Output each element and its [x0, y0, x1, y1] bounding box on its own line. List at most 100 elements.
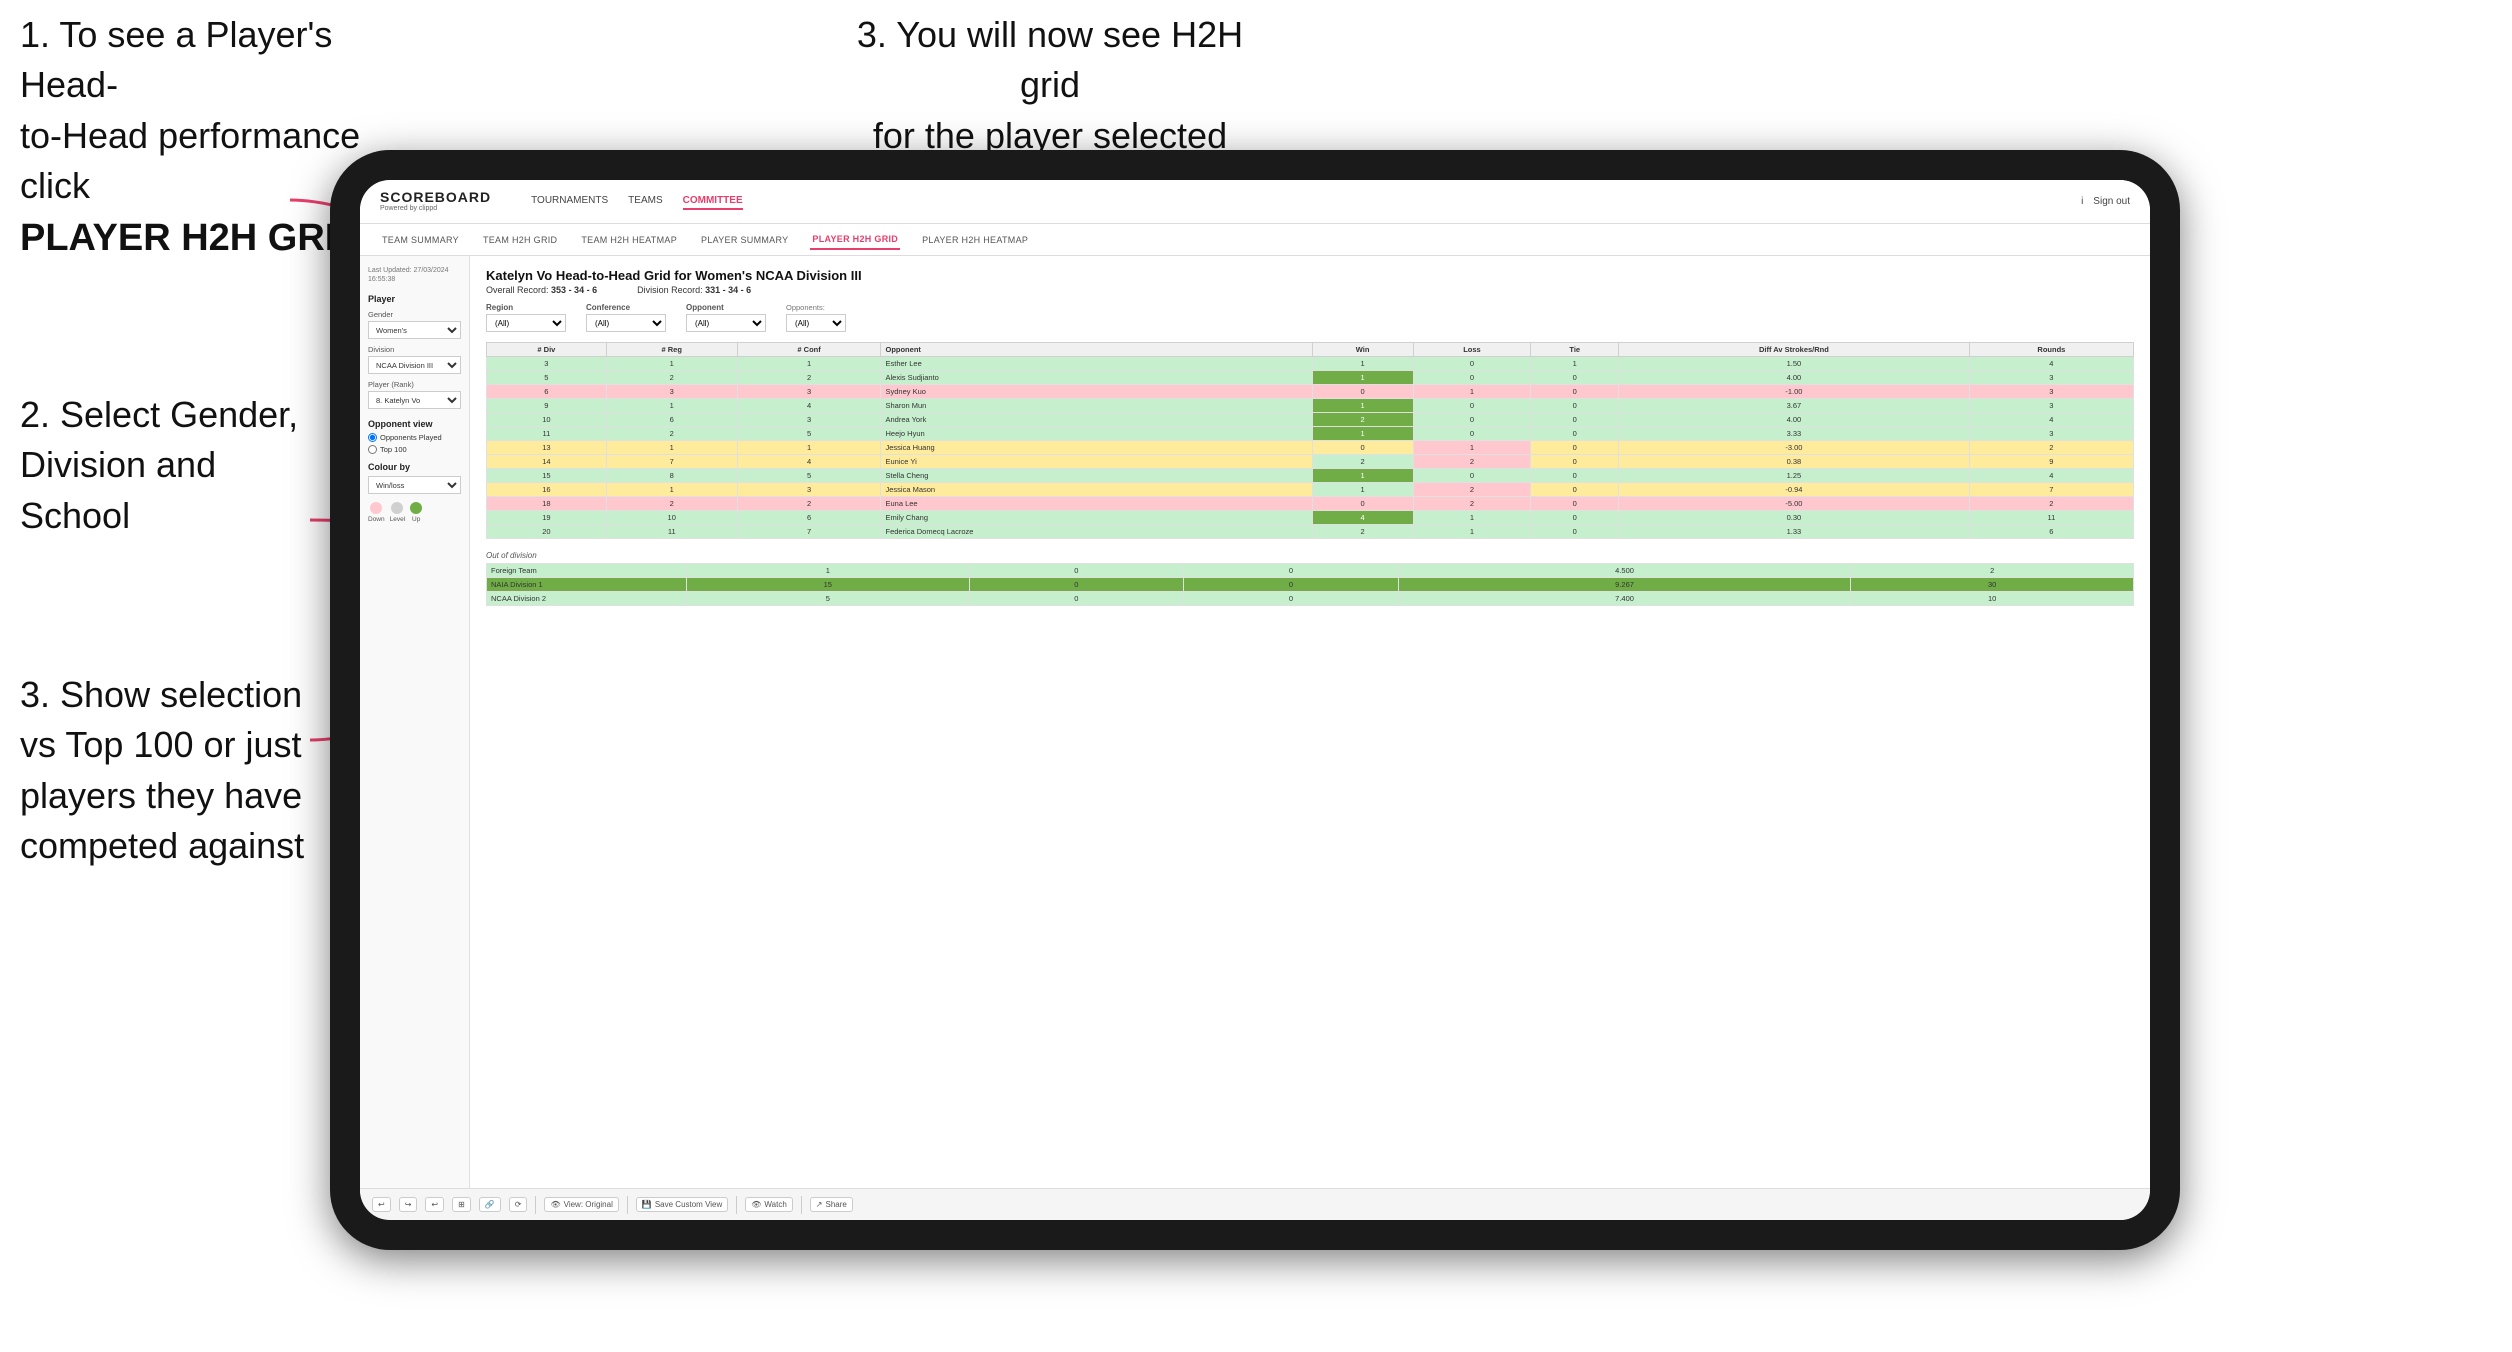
col-reg: # Reg — [606, 343, 737, 357]
ood-row: Foreign Team 100 4.5002 — [487, 564, 2134, 578]
legend-down: Down — [368, 502, 385, 523]
table-row: 522 Alexis Sudjianto 100 4.003 — [487, 371, 2134, 385]
table-row: 19106 Emily Chang 410 0.3011 — [487, 511, 2134, 525]
share-btn[interactable]: ↗ Share — [810, 1197, 853, 1212]
table-row: 633 Sydney Kuo 010 -1.003 — [487, 385, 2134, 399]
legend-dot-down — [370, 502, 382, 514]
legend-level: Level — [390, 502, 406, 523]
undo2-btn[interactable]: ↩ — [425, 1197, 444, 1212]
player-rank-label: Player (Rank) — [368, 380, 461, 389]
colour-by-select[interactable]: Win/loss — [368, 476, 461, 494]
sub-nav: TEAM SUMMARY TEAM H2H GRID TEAM H2H HEAT… — [360, 224, 2150, 256]
table-row: 1585 Stella Cheng 100 1.254 — [487, 469, 2134, 483]
sidebar: Last Updated: 27/03/2024 16:55:38 Player… — [360, 256, 470, 1188]
ood-row: NCAA Division 2 500 7.40010 — [487, 592, 2134, 606]
table-row: 1613 Jessica Mason 120 -0.947 — [487, 483, 2134, 497]
table-row: 20117 Federica Domecq Lacroze 210 1.336 — [487, 525, 2134, 539]
main-table-section: # Div # Reg # Conf Opponent Win Loss Tie… — [486, 342, 2134, 539]
table-row: 1063 Andrea York 200 4.004 — [487, 413, 2134, 427]
division-record: Division Record: 331 - 34 - 6 — [637, 285, 751, 295]
save-icon: 💾 — [642, 1200, 652, 1209]
instruction-1: 1. To see a Player's Head- to-Head perfo… — [20, 10, 380, 265]
toolbar-sep3 — [736, 1196, 737, 1214]
opponent-filter: Opponent (All) — [686, 303, 766, 332]
grid-btn[interactable]: ⊞ — [452, 1197, 471, 1212]
opponent-select[interactable]: (All) — [686, 314, 766, 332]
info-icon[interactable]: i — [2081, 196, 2083, 207]
opponent-label: Opponent — [686, 303, 766, 312]
colour-legend: Down Level Up — [368, 502, 461, 523]
toolbar-sep — [535, 1196, 536, 1214]
col-conf: # Conf — [737, 343, 881, 357]
main-nav: TOURNAMENTS TEAMS COMMITTEE — [531, 193, 743, 210]
table-row: 1311 Jessica Huang 010 -3.002 — [487, 441, 2134, 455]
watch-icon: 👁 — [751, 1200, 761, 1209]
legend-dot-up — [410, 502, 422, 514]
sign-out-link[interactable]: Sign out — [2093, 196, 2130, 207]
nav-teams[interactable]: TEAMS — [628, 193, 662, 210]
link-btn[interactable]: 🔗 — [479, 1197, 501, 1212]
radio-group: Opponents Played Top 100 — [368, 433, 461, 454]
table-row: 914 Sharon Mun 100 3.673 — [487, 399, 2134, 413]
region-select[interactable]: (All) — [486, 314, 566, 332]
player-rank-select[interactable]: 8. Katelyn Vo — [368, 391, 461, 409]
filters-row: Region (All) Conference (All) — [486, 303, 2134, 332]
share-label: Share — [826, 1200, 847, 1209]
watch-btn[interactable]: 👁 Watch — [745, 1197, 793, 1212]
view-icon: 👁 — [550, 1200, 560, 1209]
refresh-btn[interactable]: ⟳ — [509, 1197, 528, 1212]
subnav-team-summary[interactable]: TEAM SUMMARY — [380, 231, 461, 249]
toolbar-sep2 — [627, 1196, 628, 1214]
radio-top100[interactable]: Top 100 — [368, 445, 461, 454]
toolbar-sep4 — [801, 1196, 802, 1214]
opponents-select[interactable]: (All) — [786, 314, 846, 332]
subnav-player-h2h[interactable]: PLAYER H2H GRID — [810, 230, 900, 250]
out-of-division-table: Foreign Team 100 4.5002 NAIA Division 1 … — [486, 563, 2134, 606]
subnav-team-h2h[interactable]: TEAM H2H GRID — [481, 231, 559, 249]
col-div: # Div — [487, 343, 607, 357]
logo-sub: Powered by clippd — [380, 205, 491, 213]
legend-up-label: Up — [412, 516, 420, 523]
nav-committee[interactable]: COMMITTEE — [683, 193, 743, 210]
timestamp: Last Updated: 27/03/2024 16:55:38 — [368, 266, 461, 284]
gender-select[interactable]: Women's — [368, 321, 461, 339]
col-tie: Tie — [1531, 343, 1619, 357]
conference-select[interactable]: (All) — [586, 314, 666, 332]
share-icon: ↗ — [816, 1200, 823, 1209]
table-row: 1125 Heejo Hyun 100 3.333 — [487, 427, 2134, 441]
redo-btn[interactable]: ↪ — [399, 1197, 418, 1212]
view-original-btn[interactable]: 👁 View: Original — [544, 1197, 618, 1212]
table-row: 1474 Eunice Yi 220 0.389 — [487, 455, 2134, 469]
player-section-title: Player — [368, 294, 461, 304]
h2h-table: # Div # Reg # Conf Opponent Win Loss Tie… — [486, 342, 2134, 539]
subnav-team-heatmap[interactable]: TEAM H2H HEATMAP — [579, 231, 679, 249]
division-label: Division — [368, 345, 461, 354]
logo: SCOREBOARD Powered by clippd — [380, 190, 491, 213]
subnav-player-summary[interactable]: PLAYER SUMMARY — [699, 231, 790, 249]
out-of-division-label: Out of division — [486, 551, 2134, 560]
nav-tournaments[interactable]: TOURNAMENTS — [531, 193, 608, 210]
region-label: Region — [486, 303, 566, 312]
table-row: 311 Esther Lee 101 1.504 — [487, 357, 2134, 371]
colour-by-label: Colour by — [368, 462, 461, 472]
instruction-3-bottom: 3. Show selection vs Top 100 or just pla… — [20, 670, 340, 872]
col-opponent: Opponent — [881, 343, 1312, 357]
undo-btn[interactable]: ↩ — [372, 1197, 391, 1212]
save-custom-btn[interactable]: 💾 Save Custom View — [636, 1197, 728, 1212]
radio-opponents-played[interactable]: Opponents Played — [368, 433, 461, 442]
instruction-2: 2. Select Gender, Division and School — [20, 390, 340, 541]
table-row: 1822 Euna Lee 020 -5.002 — [487, 497, 2134, 511]
opponents-label: Opponents: — [786, 303, 846, 312]
legend-dot-level — [391, 502, 403, 514]
conference-filter: Conference (All) — [586, 303, 666, 332]
out-of-division-section: Out of division Foreign Team 100 4.5002 … — [486, 551, 2134, 606]
col-rounds: Rounds — [1969, 343, 2133, 357]
subnav-player-heatmap[interactable]: PLAYER H2H HEATMAP — [920, 231, 1030, 249]
legend-up: Up — [410, 502, 422, 523]
division-select[interactable]: NCAA Division III — [368, 356, 461, 374]
tablet-screen: SCOREBOARD Powered by clippd TOURNAMENTS… — [360, 180, 2150, 1220]
header-right: i Sign out — [2081, 196, 2130, 207]
col-diff: Diff Av Strokes/Rnd — [1619, 343, 1970, 357]
app-container: SCOREBOARD Powered by clippd TOURNAMENTS… — [360, 180, 2150, 1220]
col-win: Win — [1312, 343, 1413, 357]
